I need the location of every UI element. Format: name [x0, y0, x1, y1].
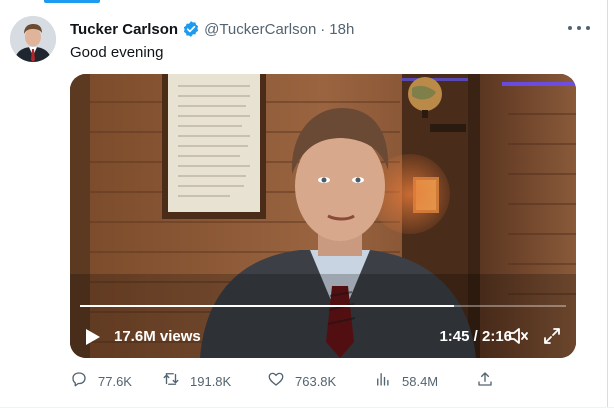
tweet-header: Tucker Carlson @TuckerCarlson · 18h [70, 18, 354, 40]
volume-muted-icon[interactable] [507, 325, 529, 347]
retweet-icon [162, 370, 180, 393]
verified-badge-icon [182, 20, 200, 38]
retweet-count: 191.8K [190, 373, 232, 389]
video-player[interactable]: 17.6M views 1:45 / 2:16 [70, 74, 576, 358]
separator-dot: · [320, 20, 326, 38]
fullscreen-icon[interactable] [542, 326, 562, 346]
reply-count: 77.6K [98, 373, 132, 389]
play-icon[interactable] [82, 327, 102, 347]
share-button[interactable] [476, 370, 494, 392]
view-count: 58.4M [402, 373, 439, 389]
avatar[interactable] [10, 16, 56, 62]
like-count: 763.8K [295, 373, 337, 389]
analytics-button[interactable]: 58.4M [374, 370, 438, 392]
analytics-icon [374, 370, 392, 393]
tweet-timestamp[interactable]: 18h [329, 21, 354, 38]
reply-button[interactable]: 77.6K [70, 370, 132, 392]
retweet-button[interactable]: 191.8K [162, 370, 231, 392]
tweet-card[interactable]: Tucker Carlson @TuckerCarlson · 18h Good… [0, 0, 608, 408]
video-views: 17.6M views [114, 328, 201, 345]
video-timecode: 1:45 / 2:16 [439, 328, 512, 345]
like-button[interactable]: 763.8K [267, 370, 336, 392]
author-name[interactable]: Tucker Carlson [70, 21, 178, 38]
tweet-actions: 77.6K 191.8K 763.8K 58.4M [70, 370, 510, 392]
tweet-text: Good evening [70, 44, 164, 61]
video-progress-fill [80, 305, 455, 307]
share-icon [476, 370, 494, 393]
author-handle[interactable]: @TuckerCarlson [204, 21, 316, 38]
video-progress-bar[interactable] [80, 305, 566, 307]
heart-icon [267, 370, 285, 393]
video-frame [70, 74, 576, 358]
more-dots-icon[interactable] [568, 20, 590, 36]
reply-icon [70, 370, 88, 393]
